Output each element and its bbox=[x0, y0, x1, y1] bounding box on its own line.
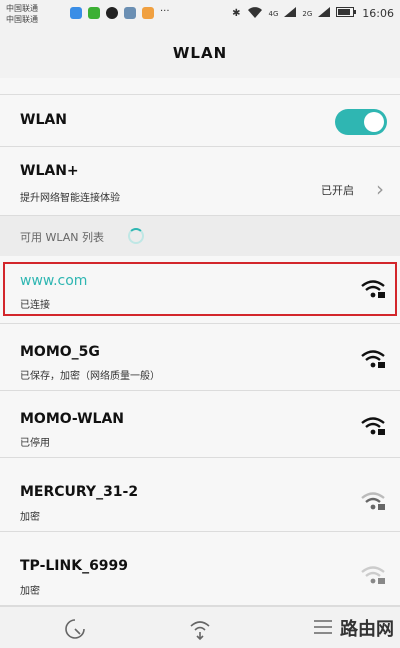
carrier-info: 中国联通 中国联通 bbox=[6, 3, 38, 25]
scroll-edge bbox=[0, 78, 400, 95]
wifi-signal-medium-icon bbox=[361, 492, 385, 510]
wifi-direct-icon[interactable] bbox=[188, 617, 212, 641]
bluetooth-icon: ✱ bbox=[232, 8, 241, 19]
wifi-signal-weak-icon bbox=[361, 566, 385, 584]
network-ssid: TP-LINK_6999 bbox=[20, 558, 129, 574]
network-status: 加密 bbox=[20, 512, 40, 523]
network-ssid: MERCURY_31-2 bbox=[20, 484, 139, 500]
wifi-signal-strong-icon bbox=[361, 280, 385, 298]
network-ssid: MOMO-WLAN bbox=[20, 411, 125, 427]
network-status: 加密 bbox=[20, 586, 40, 597]
network-ssid: MOMO_5G bbox=[20, 344, 100, 360]
switch-knob bbox=[364, 112, 384, 132]
notification-icons: ··· bbox=[70, 7, 172, 19]
page-title: WLAN bbox=[0, 28, 400, 78]
wlan-toggle-row[interactable]: WLAN bbox=[0, 95, 400, 147]
wlan-switch[interactable] bbox=[335, 109, 387, 135]
wlan-label: WLAN bbox=[20, 112, 67, 128]
menu-icon[interactable] bbox=[314, 619, 332, 635]
system-icons: ✱ 4G 2G 16:06 bbox=[232, 6, 394, 21]
wlan-plus-subtitle: 提升网络智能连接体验 bbox=[20, 193, 120, 204]
qq-icon bbox=[106, 7, 118, 19]
network-status: 已保存，加密（网络质量一般） bbox=[20, 371, 160, 382]
wechat-icon bbox=[88, 7, 100, 19]
bottom-nav: 路由网 bbox=[0, 606, 400, 648]
watermark-text: 路由网 bbox=[340, 619, 394, 640]
wlan-plus-row[interactable]: WLAN+ 提升网络智能连接体验 已开启 › bbox=[0, 147, 400, 216]
section-label: 可用 WLAN 列表 bbox=[20, 231, 105, 244]
more-icon: ··· bbox=[160, 6, 170, 17]
network-item-connected[interactable]: www.com 已连接 bbox=[0, 256, 400, 324]
network-item[interactable]: MERCURY_31-2 加密 bbox=[0, 458, 400, 532]
status-bar: 中国联通 中国联通 ··· ✱ 4G 2G 16:06 bbox=[0, 0, 400, 28]
network-2g-label: 2G bbox=[302, 9, 313, 18]
network-item[interactable]: MOMO_5G 已保存，加密（网络质量一般） bbox=[0, 324, 400, 391]
scanning-spinner-icon bbox=[128, 228, 144, 244]
carrier-2: 中国联通 bbox=[6, 15, 38, 24]
clock: 16:06 bbox=[362, 7, 394, 20]
wlan-plus-status: 已开启 bbox=[321, 184, 354, 197]
app-icon-blue bbox=[70, 7, 82, 19]
signal-icon-2 bbox=[318, 7, 331, 20]
carrier-1: 中国联通 bbox=[6, 4, 38, 13]
chevron-right-icon: › bbox=[376, 177, 384, 201]
wifi-status-icon bbox=[247, 6, 263, 21]
network-4g-label: 4G bbox=[268, 9, 279, 18]
network-status: 已连接 bbox=[20, 300, 50, 311]
scan-icon[interactable] bbox=[64, 618, 86, 640]
battery-icon bbox=[336, 7, 357, 20]
network-ssid: www.com bbox=[20, 273, 88, 289]
network-item[interactable]: TP-LINK_6999 加密 bbox=[0, 532, 400, 606]
wifi-signal-strong-icon bbox=[361, 350, 385, 368]
signal-icon-1 bbox=[284, 7, 297, 20]
wifi-signal-strong-icon bbox=[361, 417, 385, 435]
app-icon-gray bbox=[124, 7, 136, 19]
network-status: 已停用 bbox=[20, 438, 50, 449]
app-icon-orange bbox=[142, 7, 154, 19]
available-networks-header: 可用 WLAN 列表 bbox=[0, 216, 400, 257]
wlan-plus-title: WLAN+ bbox=[20, 163, 79, 179]
network-item[interactable]: MOMO-WLAN 已停用 bbox=[0, 391, 400, 458]
